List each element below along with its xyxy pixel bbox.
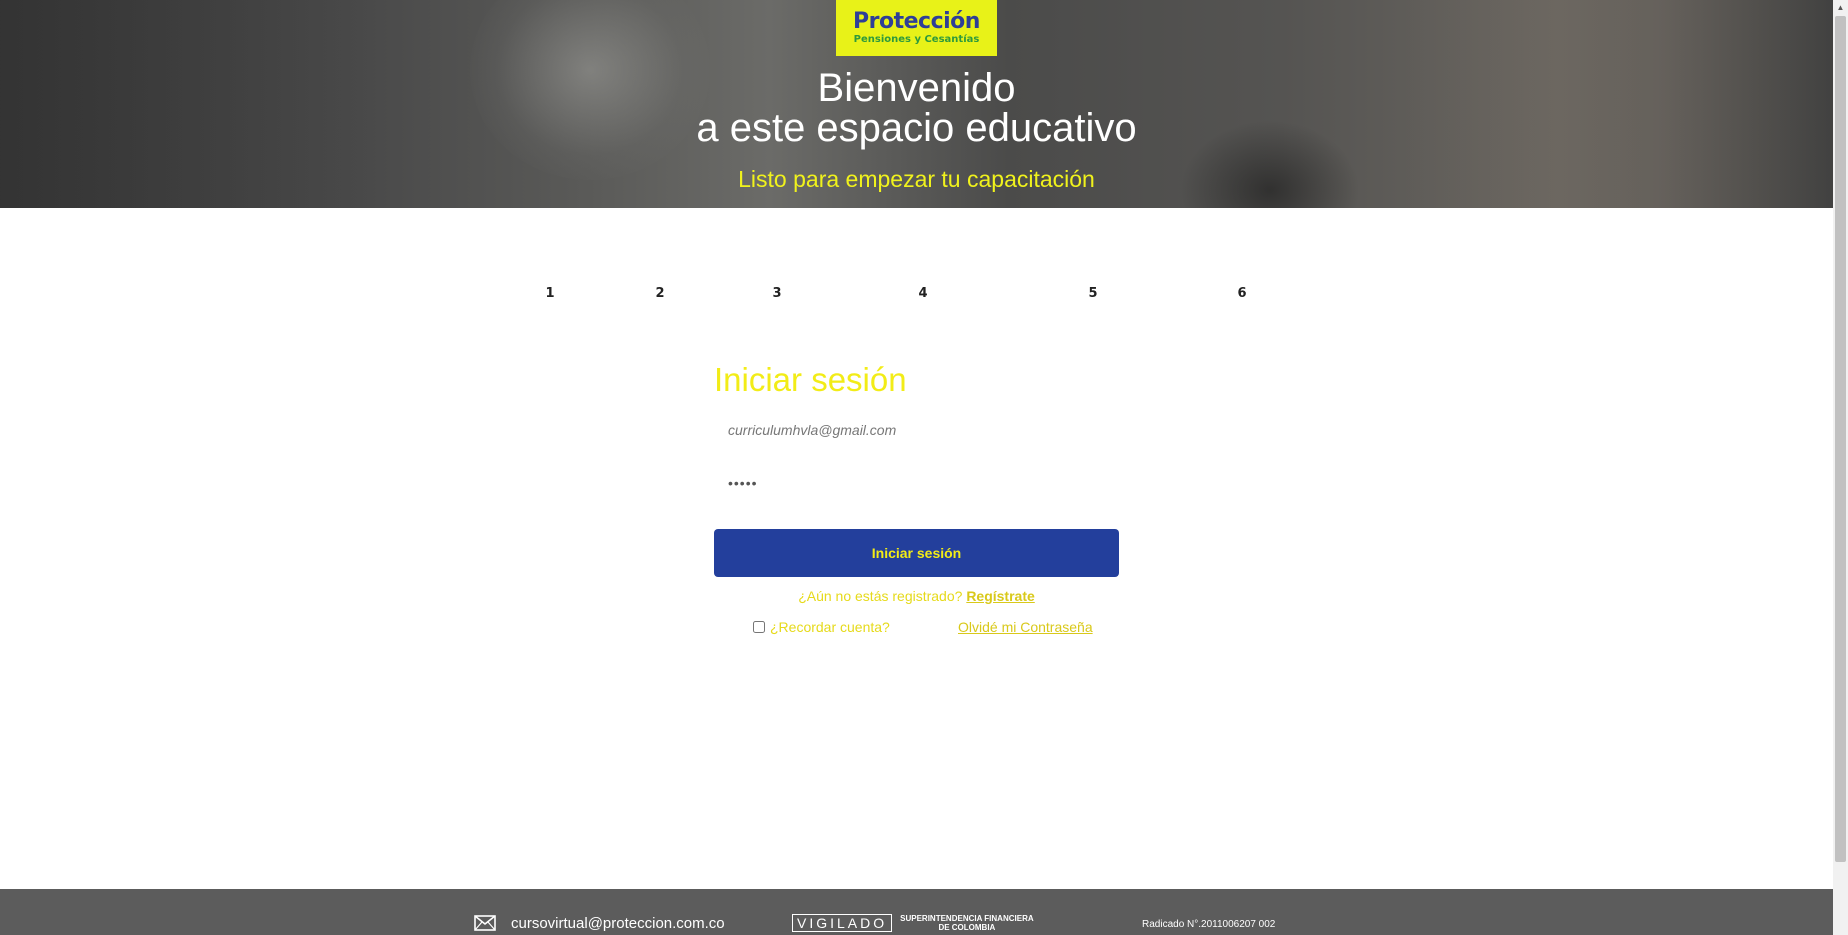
register-prompt: ¿Aún no estás registrado? Regístrate	[714, 588, 1119, 604]
register-link[interactable]: Regístrate	[966, 588, 1034, 604]
steps-indicator: 1 2 3 4 5 6	[0, 286, 1833, 306]
remember-account[interactable]: ¿Recordar cuenta?	[753, 619, 890, 635]
step-6[interactable]: 6	[1232, 286, 1252, 301]
login-title: Iniciar sesión	[714, 361, 907, 398]
mail-icon	[474, 915, 496, 931]
remember-checkbox[interactable]	[753, 621, 765, 633]
scroll-up-arrow-icon[interactable]: ▲	[1833, 0, 1848, 15]
hero-title-line2: a este espacio educativo	[696, 106, 1137, 150]
footer: cursovirtual@proteccion.com.co VIGILADO …	[0, 889, 1833, 935]
superintendencia-line2: DE COLOMBIA	[938, 923, 996, 932]
step-3[interactable]: 3	[767, 286, 787, 301]
register-prompt-text: ¿Aún no estás registrado?	[798, 588, 963, 604]
forgot-password-link[interactable]: Olvidé mi Contraseña	[958, 619, 1093, 635]
login-form: Iniciar sesión Iniciar sesión ¿Aún no es…	[714, 360, 1119, 635]
login-submit-button[interactable]: Iniciar sesión	[714, 529, 1119, 577]
radicado-number: Radicado N°.2011006207 002	[1142, 919, 1276, 930]
page: Protección Pensiones y Cesantías Bienven…	[0, 0, 1848, 935]
hero-title: Bienvenido a este espacio educativo	[0, 68, 1833, 148]
superintendencia-label: SUPERINTENDENCIA FINANCIERA DE COLOMBIA	[900, 914, 1034, 932]
logo-subtitle-text: Pensiones y Cesantías	[853, 34, 980, 45]
password-field[interactable]	[728, 470, 1108, 496]
contact-email-link[interactable]: cursovirtual@proteccion.com.co	[511, 915, 725, 932]
vertical-scrollbar[interactable]: ▲	[1833, 0, 1848, 935]
scrollbar-thumb[interactable]	[1835, 16, 1846, 862]
step-2[interactable]: 2	[650, 286, 670, 301]
vigilado-label: VIGILADO	[792, 914, 893, 932]
remember-label: ¿Recordar cuenta?	[770, 619, 890, 635]
step-4[interactable]: 4	[913, 286, 933, 301]
hero-banner: Protección Pensiones y Cesantías Bienven…	[0, 0, 1833, 208]
proteccion-logo[interactable]: Protección Pensiones y Cesantías	[836, 0, 997, 56]
hero-subtitle: Listo para empezar tu capacitación	[738, 166, 1095, 192]
logo-brand-text: Protección	[853, 9, 980, 34]
vigilado-seal: VIGILADO SUPERINTENDENCIA FINANCIERA DE …	[792, 914, 1034, 932]
hero-title-line1: Bienvenido	[817, 66, 1016, 110]
step-5[interactable]: 5	[1083, 286, 1103, 301]
email-field[interactable]	[728, 417, 1108, 443]
step-1[interactable]: 1	[540, 286, 560, 301]
superintendencia-line1: SUPERINTENDENCIA FINANCIERA	[900, 914, 1034, 923]
